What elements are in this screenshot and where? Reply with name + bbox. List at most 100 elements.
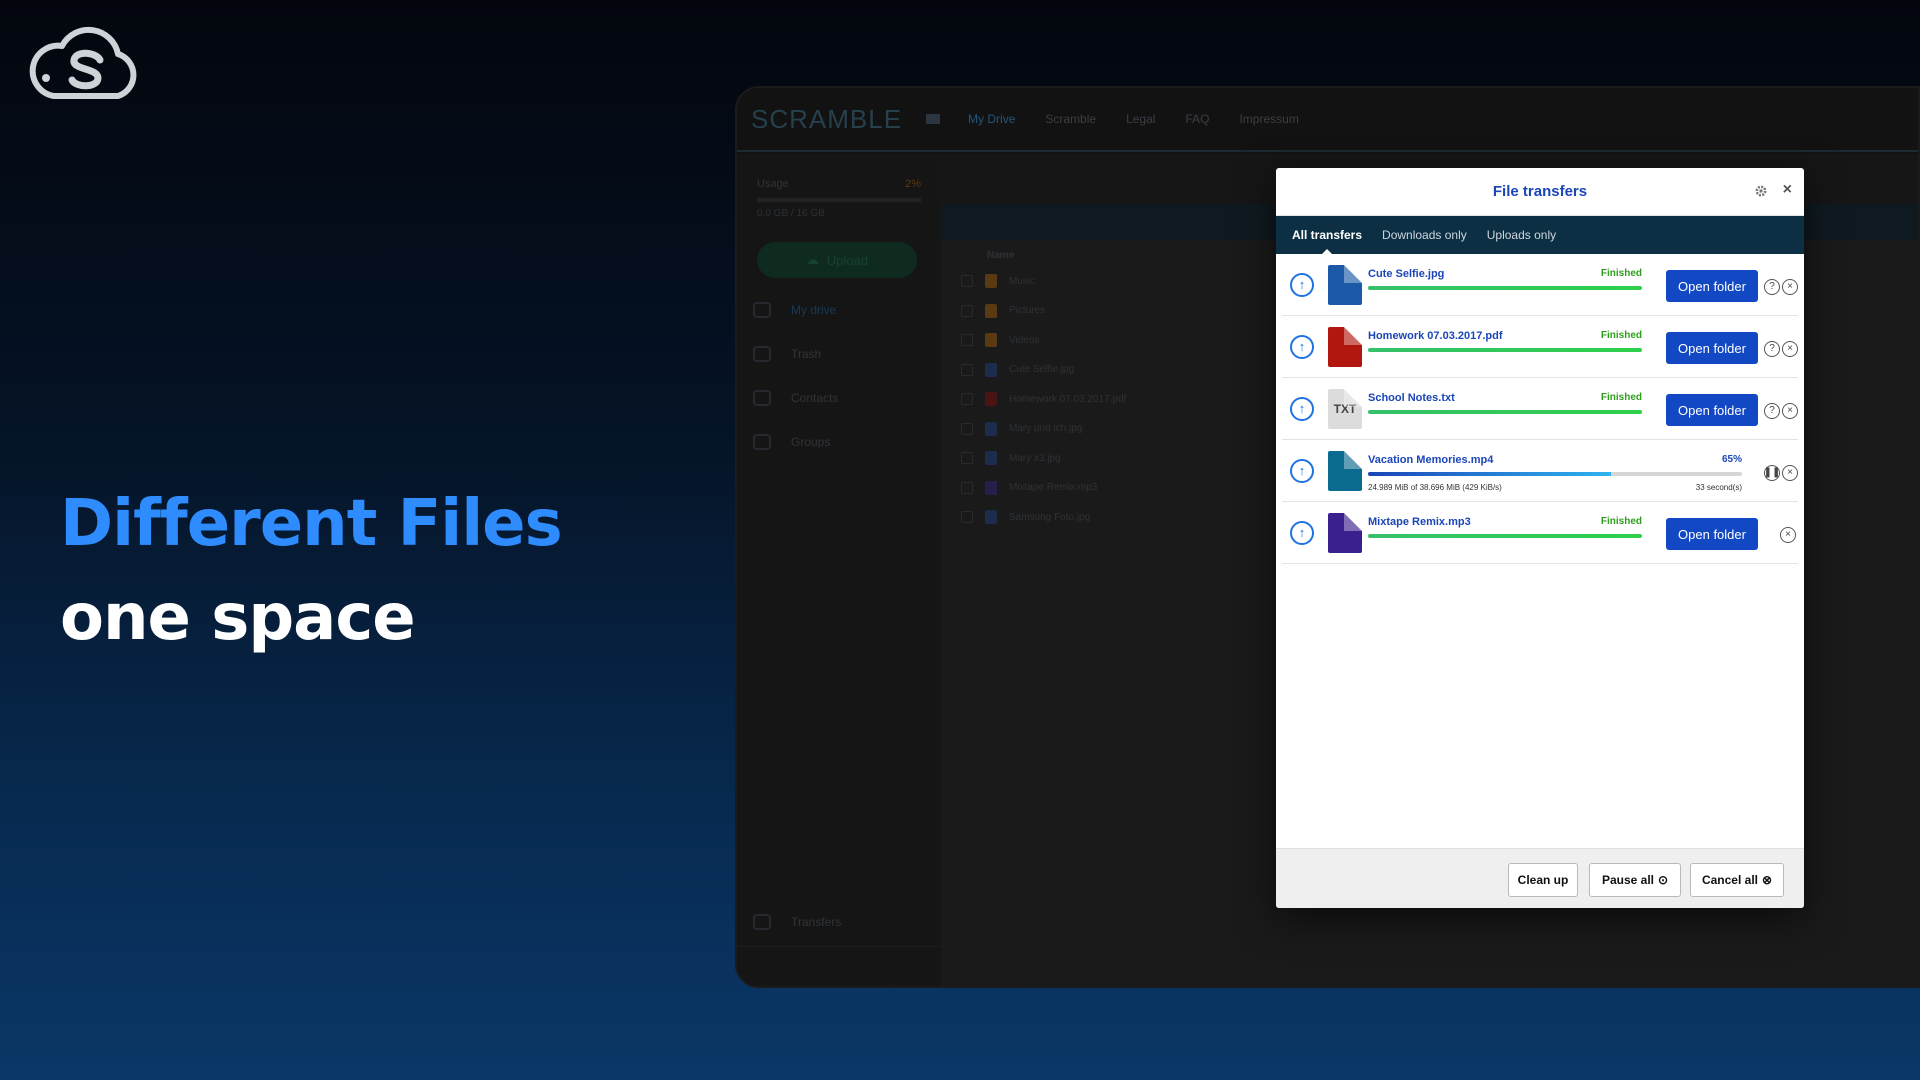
transfer-status: Finished <box>1600 516 1642 527</box>
close-icon[interactable]: × <box>1783 182 1792 198</box>
help-icon[interactable]: ? <box>1764 403 1780 419</box>
sidebar-item-contacts[interactable]: Contacts <box>753 390 838 406</box>
clean-up-label: Clean up <box>1517 873 1569 887</box>
row-checkbox[interactable] <box>961 393 973 405</box>
row-checkbox[interactable] <box>961 304 973 317</box>
progress-fill <box>1368 472 1612 476</box>
dialog-title: File transfers <box>1492 183 1588 200</box>
row-checkbox[interactable] <box>961 452 973 464</box>
nav-legal[interactable]: Legal <box>1126 112 1155 126</box>
file-row[interactable]: Videos <box>961 333 1039 347</box>
remove-icon[interactable]: × <box>1780 527 1796 543</box>
file-row[interactable]: Mary und ich.jpg <box>961 421 1082 436</box>
file-name: Mary x3.jpg <box>1009 452 1061 464</box>
file-name: Samsung Foto.jpg <box>1009 511 1091 523</box>
sidebar-item-trash[interactable]: Trash <box>753 346 821 362</box>
cancel-all-button[interactable]: Cancel all ⊗ <box>1690 863 1784 897</box>
tab-downloads-only[interactable]: Downloads only <box>1372 216 1477 254</box>
progress-bar <box>1368 410 1642 414</box>
nav-scramble[interactable]: Scramble <box>1045 112 1096 126</box>
row-checkbox[interactable] <box>961 363 973 376</box>
open-folder-button[interactable]: Open folder <box>1666 270 1758 302</box>
row-checkbox[interactable] <box>961 422 973 435</box>
file-type-icon <box>985 392 997 406</box>
cancel-circle-icon: ⊗ <box>1761 873 1773 887</box>
gear-icon[interactable] <box>1754 184 1768 198</box>
cancel-icon[interactable]: × <box>1782 465 1798 481</box>
transfer-status: Finished <box>1600 392 1642 403</box>
progress-bar <box>1368 472 1742 476</box>
transfer-file-name: Vacation Memories.mp4 <box>1368 454 1494 466</box>
hero-subtitle: one space <box>60 581 416 655</box>
column-header-name[interactable]: Name <box>987 250 1014 261</box>
file-name: Mixtape Remix.mp3 <box>1009 482 1098 493</box>
file-row[interactable]: Music <box>961 274 1035 288</box>
file-transfers-dialog: File transfers × All transfers Downloads… <box>1276 168 1804 908</box>
row-checkbox[interactable] <box>961 481 973 494</box>
clean-up-button[interactable]: Clean up <box>1508 863 1578 897</box>
transfer-info: Cute Selfie.jpg Finished <box>1368 268 1642 290</box>
usage-bar <box>757 198 921 202</box>
row-checkbox[interactable] <box>961 275 973 287</box>
remove-icon[interactable]: × <box>1782 341 1798 357</box>
scramble-cloud-logo <box>29 26 137 99</box>
upload-arrow-icon: ↑ <box>1290 396 1314 421</box>
file-row[interactable]: Pictures <box>961 303 1045 318</box>
file-type-icon <box>985 510 997 524</box>
remove-icon[interactable]: × <box>1782 279 1798 295</box>
help-icon[interactable]: ? <box>1764 279 1780 295</box>
sidebar: Usage 2% 0.0 GB / 16 GB ☁ Upload My driv… <box>737 154 941 986</box>
tab-all-transfers[interactable]: All transfers <box>1282 216 1372 254</box>
file-row[interactable]: Mixtape Remix.mp3 <box>961 480 1098 495</box>
progress-fill <box>1368 348 1642 352</box>
file-row[interactable]: Cute Selfie.jpg <box>961 362 1074 377</box>
file-type-icon <box>985 274 997 288</box>
upload-button[interactable]: ☁ Upload <box>757 242 917 278</box>
nav-my-drive[interactable]: My Drive <box>968 112 1015 126</box>
row-checkbox[interactable] <box>961 334 973 346</box>
dialog-header: File transfers × <box>1276 168 1804 216</box>
remove-icon[interactable]: × <box>1782 403 1798 419</box>
sidebar-item-transfers[interactable]: Transfers <box>753 914 841 930</box>
file-row[interactable]: Samsung Foto.jpg <box>961 510 1090 524</box>
transfer-status: Finished <box>1600 330 1642 341</box>
brand-logo[interactable]: SCRAMBLE <box>751 104 902 135</box>
pause-circle-icon: ⊙ <box>1657 873 1669 887</box>
contact-icon <box>753 390 771 406</box>
sidebar-item-label: My drive <box>791 303 837 317</box>
progress-fill <box>1368 410 1642 414</box>
upload-arrow-icon: ↑ <box>1290 334 1314 359</box>
file-type-icon <box>985 421 997 436</box>
transfer-status: Finished <box>1600 268 1642 279</box>
sidebar-item-label: Transfers <box>791 915 842 929</box>
transfer-time-remaining: 33 second(s) <box>1695 483 1742 492</box>
nav-impressum[interactable]: Impressum <box>1239 112 1298 126</box>
nav-faq[interactable]: FAQ <box>1185 112 1209 126</box>
open-folder-button[interactable]: Open folder <box>1666 332 1758 364</box>
txt-file-icon: TXT <box>1328 388 1362 429</box>
file-type-icon <box>985 362 997 377</box>
transfer-info: Vacation Memories.mp4 65% 24.989 MiB of 38… <box>1368 454 1742 492</box>
cloud-upload-icon: ☁ <box>805 252 819 267</box>
progress-bar <box>1368 286 1642 290</box>
sidebar-item-my-drive[interactable]: My drive <box>753 302 836 318</box>
pause-all-button[interactable]: Pause all ⊙ <box>1589 863 1681 897</box>
file-row[interactable]: Mary x3.jpg <box>961 451 1061 465</box>
cloud-icon <box>753 302 771 318</box>
dialog-footer: Clean up Pause all ⊙ Cancel all ⊗ <box>1276 848 1804 908</box>
transfer-size-speed: 24.989 MiB of 38.696 MiB (429 KiB/s) <box>1368 483 1502 492</box>
tab-uploads-only[interactable]: Uploads only <box>1477 216 1566 254</box>
file-row[interactable]: Homework 07.03.2017.pdf <box>961 392 1126 406</box>
open-folder-button[interactable]: Open folder <box>1666 394 1758 426</box>
file-type-icon <box>985 333 997 347</box>
open-folder-button[interactable]: Open folder <box>1666 518 1758 550</box>
language-flag-icon[interactable] <box>926 114 941 124</box>
transfer-info: Mixtape Remix.mp3 Finished <box>1368 516 1642 538</box>
row-checkbox[interactable] <box>961 511 973 523</box>
pause-icon[interactable]: ❚❚ <box>1764 465 1780 481</box>
group-icon <box>753 434 771 450</box>
help-icon[interactable]: ? <box>1764 341 1780 357</box>
hero-title: Different Files <box>60 487 563 561</box>
main-nav: My Drive Scramble Legal FAQ Impressum <box>968 112 1299 126</box>
sidebar-item-groups[interactable]: Groups <box>753 434 830 450</box>
